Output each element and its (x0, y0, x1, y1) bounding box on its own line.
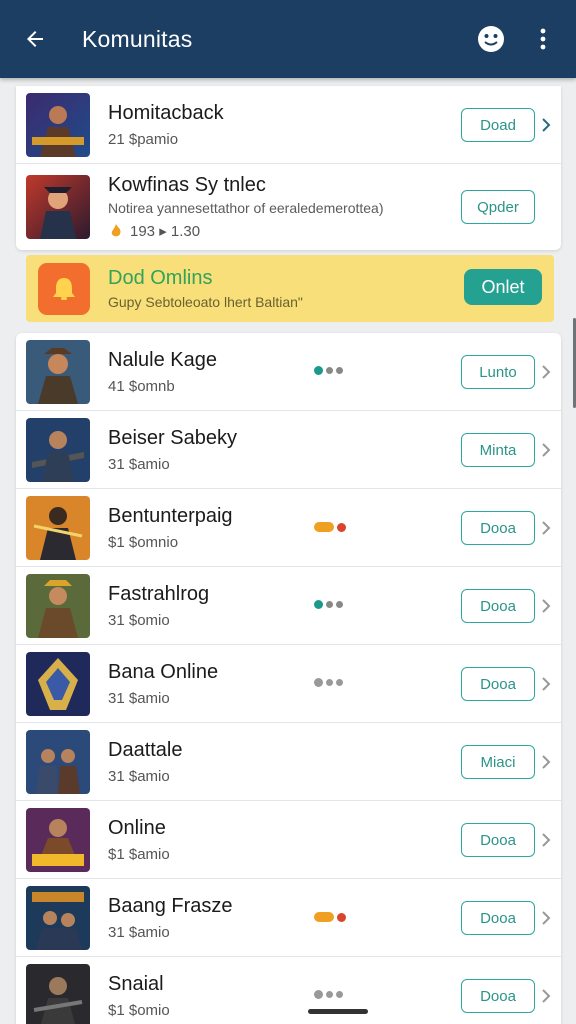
list-item[interactable]: Fastrahlrog 31 $omio Dooa (16, 567, 561, 645)
game-thumbnail (26, 495, 90, 560)
list-item[interactable]: Kowfinas Sy tnlec Notirea yannesettathor… (16, 164, 561, 250)
action-button[interactable]: Lunto (461, 355, 535, 389)
game-thumbnail (26, 807, 90, 872)
home-indicator[interactable] (308, 1009, 368, 1014)
action-button[interactable]: Miaci (461, 745, 535, 779)
page-title: Komunitas (82, 25, 193, 52)
status-indicator (314, 522, 346, 532)
fire-icon (111, 224, 121, 237)
list-item[interactable]: Homitacback 21 $pamio Doad (16, 86, 561, 164)
list-item[interactable]: Bentunterpaig $1 $omnio Dooa (16, 489, 561, 567)
promo-button[interactable]: Onlet (464, 269, 542, 305)
list-item[interactable]: Baang Frasze 31 $amio Dooa (16, 879, 561, 957)
chevron-right-icon[interactable] (539, 674, 553, 694)
chevron-right-icon[interactable] (539, 115, 553, 135)
status-indicator (314, 366, 343, 375)
list-item[interactable]: Snaial $1 $omio Dooa (16, 957, 561, 1024)
download-button[interactable]: Doad (461, 108, 535, 142)
more-vert-icon (540, 28, 546, 50)
promo-title: Dod Omlins (108, 267, 213, 289)
game-thumbnail (26, 175, 90, 239)
order-button[interactable]: Qpder (461, 190, 535, 224)
featured-card: Homitacback 21 $pamio Doad Kowfinas Sy t… (16, 86, 561, 250)
game-thumbnail (26, 339, 90, 404)
action-button[interactable]: Dooa (461, 511, 535, 545)
chevron-right-icon[interactable] (539, 986, 553, 1006)
list-item[interactable]: Online $1 $amio Dooa (16, 801, 561, 879)
back-button[interactable] (18, 22, 52, 56)
item-stats: 193 ▸ 1.30 (130, 223, 201, 240)
more-options-button[interactable] (528, 24, 558, 54)
chevron-right-icon[interactable] (539, 908, 553, 928)
list-item[interactable]: Bana Online 31 $amio Dooa (16, 645, 561, 723)
emoji-button[interactable] (476, 24, 506, 54)
chevron-right-icon[interactable] (539, 362, 553, 382)
chevron-right-icon[interactable] (539, 596, 553, 616)
game-thumbnail (26, 964, 90, 1024)
game-thumbnail (26, 92, 90, 157)
action-button[interactable]: Dooa (461, 589, 535, 623)
game-thumbnail (26, 573, 90, 638)
game-thumbnail (26, 651, 90, 716)
game-thumbnail (26, 885, 90, 950)
status-indicator (314, 990, 343, 999)
game-thumbnail (26, 417, 90, 482)
bell-icon (38, 262, 90, 315)
chevron-right-icon[interactable] (539, 830, 553, 850)
action-button[interactable]: Dooa (461, 901, 535, 935)
chevron-right-icon[interactable] (539, 518, 553, 538)
action-button[interactable]: Dooa (461, 667, 535, 701)
game-thumbnail (26, 729, 90, 794)
promo-banner[interactable]: Dod Omlins Gupy Sebtoleoato lhert Baltia… (26, 255, 554, 322)
list-item[interactable]: Beiser Sabeky 31 $amio Minta (16, 411, 561, 489)
app-bar: Komunitas (0, 0, 576, 78)
action-button[interactable]: Minta (461, 433, 535, 467)
emoji-icon (478, 26, 504, 52)
arrow-back-icon (27, 31, 43, 47)
action-button[interactable]: Dooa (461, 979, 535, 1013)
status-indicator (314, 600, 343, 609)
status-indicator (314, 678, 343, 687)
game-list: Nalule Kage 41 $omnb Lunto Beiser Sabeky 3… (16, 333, 561, 1024)
list-item[interactable]: Daattale 31 $amio Miaci (16, 723, 561, 801)
chevron-right-icon[interactable] (539, 440, 553, 460)
promo-subtitle: Gupy Sebtoleoato lhert Baltian" (108, 294, 303, 310)
list-item[interactable]: Nalule Kage 41 $omnb Lunto (16, 333, 561, 411)
status-indicator (314, 912, 346, 922)
action-button[interactable]: Dooa (461, 823, 535, 857)
chevron-right-icon[interactable] (539, 752, 553, 772)
